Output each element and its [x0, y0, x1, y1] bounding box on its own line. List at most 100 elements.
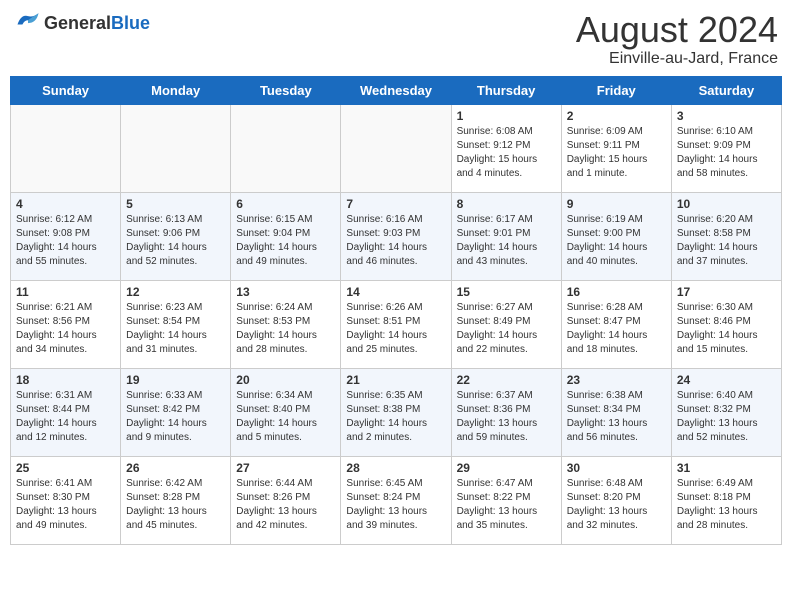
calendar-cell: 18 Sunrise: 6:31 AMSunset: 8:44 PMDayligh… — [11, 368, 121, 456]
day-info: Sunrise: 6:16 AMSunset: 9:03 PMDaylight:… — [346, 213, 445, 269]
weekday-header-saturday: Saturday — [671, 76, 781, 104]
calendar-cell: 17 Sunrise: 6:30 AMSunset: 8:46 PMDayligh… — [671, 280, 781, 368]
day-number: 23 — [567, 373, 666, 387]
calendar-cell: 5 Sunrise: 6:13 AMSunset: 9:06 PMDaylight… — [121, 192, 231, 280]
logo-text-blue: Blue — [111, 13, 150, 33]
day-number: 11 — [16, 285, 115, 299]
calendar-cell: 6Sunrise: 6:15 AMSunset: 9:04 PMDaylight… — [231, 192, 341, 280]
day-info: Sunrise: 6:26 AMSunset: 8:51 PMDaylight:… — [346, 301, 445, 357]
day-info: Sunrise: 6:47 AMSunset: 8:22 PMDaylight:… — [457, 477, 556, 533]
day-number: 8 — [457, 197, 556, 211]
day-number: 14 — [346, 285, 445, 299]
day-info: Sunrise: 6:37 AMSunset: 8:36 PMDaylight:… — [457, 389, 556, 445]
calendar-cell: 13 Sunrise: 6:24 AMSunset: 8:53 PMDayligh… — [231, 280, 341, 368]
weekday-header-sunday: Sunday — [11, 76, 121, 104]
calendar-cell: 20 Sunrise: 6:34 AMSunset: 8:40 PMDayligh… — [231, 368, 341, 456]
day-info: Sunrise: 6:19 AMSunset: 9:00 PMDaylight:… — [567, 213, 666, 269]
calendar-table: SundayMondayTuesdayWednesdayThursdayFrid… — [10, 76, 782, 545]
day-info: Sunrise: 6:31 AMSunset: 8:44 PMDaylight:… — [16, 389, 115, 445]
day-number: 9 — [567, 197, 666, 211]
calendar-cell: 23 Sunrise: 6:38 AMSunset: 8:34 PMDayligh… — [561, 368, 671, 456]
day-info: Sunrise: 6:13 AMSunset: 9:06 PMDaylight:… — [126, 213, 225, 269]
calendar-cell: 4 Sunrise: 6:12 AMSunset: 9:08 PMDaylight… — [11, 192, 121, 280]
calendar-cell: 3Sunrise: 6:10 AMSunset: 9:09 PMDaylight… — [671, 104, 781, 192]
day-number: 7 — [346, 197, 445, 211]
day-info: Sunrise: 6:08 AMSunset: 9:12 PMDaylight:… — [457, 125, 556, 181]
weekday-header-friday: Friday — [561, 76, 671, 104]
day-number: 29 — [457, 461, 556, 475]
title-block: August 2024 Einville-au-Jard, France — [576, 10, 778, 68]
day-number: 20 — [236, 373, 335, 387]
day-number: 22 — [457, 373, 556, 387]
day-number: 24 — [677, 373, 776, 387]
weekday-header-row: SundayMondayTuesdayWednesdayThursdayFrid… — [11, 76, 782, 104]
weekday-header-wednesday: Wednesday — [341, 76, 451, 104]
weekday-header-tuesday: Tuesday — [231, 76, 341, 104]
day-info: Sunrise: 6:21 AMSunset: 8:56 PMDaylight:… — [16, 301, 115, 357]
day-info: Sunrise: 6:15 AMSunset: 9:04 PMDaylight:… — [236, 213, 335, 269]
logo-text-general: General — [44, 13, 111, 33]
day-number: 4 — [16, 197, 115, 211]
day-number: 12 — [126, 285, 225, 299]
day-number: 26 — [126, 461, 225, 475]
day-number: 28 — [346, 461, 445, 475]
day-info: Sunrise: 6:33 AMSunset: 8:42 PMDaylight:… — [126, 389, 225, 445]
calendar-row-2: 11 Sunrise: 6:21 AMSunset: 8:56 PMDayligh… — [11, 280, 782, 368]
day-info: Sunrise: 6:42 AMSunset: 8:28 PMDaylight:… — [126, 477, 225, 533]
calendar-cell: 27Sunrise: 6:44 AMSunset: 8:26 PMDayligh… — [231, 456, 341, 544]
calendar-cell: 8 Sunrise: 6:17 AMSunset: 9:01 PMDaylight… — [451, 192, 561, 280]
calendar-cell: 7 Sunrise: 6:16 AMSunset: 9:03 PMDaylight… — [341, 192, 451, 280]
calendar-cell: 29 Sunrise: 6:47 AMSunset: 8:22 PMDayligh… — [451, 456, 561, 544]
calendar-row-0: 1 Sunrise: 6:08 AMSunset: 9:12 PMDaylight… — [11, 104, 782, 192]
day-info: Sunrise: 6:17 AMSunset: 9:01 PMDaylight:… — [457, 213, 556, 269]
calendar-cell: 28 Sunrise: 6:45 AMSunset: 8:24 PMDayligh… — [341, 456, 451, 544]
calendar-cell: 24 Sunrise: 6:40 AMSunset: 8:32 PMDayligh… — [671, 368, 781, 456]
day-number: 17 — [677, 285, 776, 299]
calendar-row-3: 18 Sunrise: 6:31 AMSunset: 8:44 PMDayligh… — [11, 368, 782, 456]
day-info: Sunrise: 6:45 AMSunset: 8:24 PMDaylight:… — [346, 477, 445, 533]
day-info: Sunrise: 6:38 AMSunset: 8:34 PMDaylight:… — [567, 389, 666, 445]
calendar-cell — [231, 104, 341, 192]
calendar-row-4: 25 Sunrise: 6:41 AMSunset: 8:30 PMDayligh… — [11, 456, 782, 544]
day-number: 2 — [567, 109, 666, 123]
day-number: 30 — [567, 461, 666, 475]
day-info: Sunrise: 6:30 AMSunset: 8:46 PMDaylight:… — [677, 301, 776, 357]
day-info: Sunrise: 6:20 AMSunset: 8:58 PMDaylight:… — [677, 213, 776, 269]
day-info: Sunrise: 6:49 AMSunset: 8:18 PMDaylight:… — [677, 477, 776, 533]
calendar-cell: 1 Sunrise: 6:08 AMSunset: 9:12 PMDaylight… — [451, 104, 561, 192]
day-info: Sunrise: 6:48 AMSunset: 8:20 PMDaylight:… — [567, 477, 666, 533]
weekday-header-monday: Monday — [121, 76, 231, 104]
calendar-cell: 30 Sunrise: 6:48 AMSunset: 8:20 PMDayligh… — [561, 456, 671, 544]
day-number: 5 — [126, 197, 225, 211]
day-info: Sunrise: 6:44 AMSunset: 8:26 PMDaylight:… — [236, 477, 335, 533]
calendar-cell: 12Sunrise: 6:23 AMSunset: 8:54 PMDayligh… — [121, 280, 231, 368]
day-info: Sunrise: 6:41 AMSunset: 8:30 PMDaylight:… — [16, 477, 115, 533]
calendar-cell: 22 Sunrise: 6:37 AMSunset: 8:36 PMDayligh… — [451, 368, 561, 456]
calendar-cell: 31Sunrise: 6:49 AMSunset: 8:18 PMDayligh… — [671, 456, 781, 544]
day-info: Sunrise: 6:27 AMSunset: 8:49 PMDaylight:… — [457, 301, 556, 357]
calendar-cell: 14 Sunrise: 6:26 AMSunset: 8:51 PMDayligh… — [341, 280, 451, 368]
logo: GeneralBlue — [14, 10, 150, 37]
day-info: Sunrise: 6:34 AMSunset: 8:40 PMDaylight:… — [236, 389, 335, 445]
calendar-cell: 15 Sunrise: 6:27 AMSunset: 8:49 PMDayligh… — [451, 280, 561, 368]
day-number: 3 — [677, 109, 776, 123]
weekday-header-thursday: Thursday — [451, 76, 561, 104]
calendar-row-1: 4 Sunrise: 6:12 AMSunset: 9:08 PMDaylight… — [11, 192, 782, 280]
day-info: Sunrise: 6:12 AMSunset: 9:08 PMDaylight:… — [16, 213, 115, 269]
day-number: 13 — [236, 285, 335, 299]
day-number: 18 — [16, 373, 115, 387]
day-number: 15 — [457, 285, 556, 299]
day-info: Sunrise: 6:40 AMSunset: 8:32 PMDaylight:… — [677, 389, 776, 445]
day-number: 25 — [16, 461, 115, 475]
calendar-cell: 10 Sunrise: 6:20 AMSunset: 8:58 PMDayligh… — [671, 192, 781, 280]
day-number: 16 — [567, 285, 666, 299]
month-title: August 2024 — [576, 10, 778, 50]
day-number: 19 — [126, 373, 225, 387]
day-info: Sunrise: 6:24 AMSunset: 8:53 PMDaylight:… — [236, 301, 335, 357]
calendar-cell: 11 Sunrise: 6:21 AMSunset: 8:56 PMDayligh… — [11, 280, 121, 368]
calendar-cell: 2Sunrise: 6:09 AMSunset: 9:11 PMDaylight… — [561, 104, 671, 192]
logo-bird-icon — [14, 10, 42, 32]
location: Einville-au-Jard, France — [576, 50, 778, 68]
day-number: 10 — [677, 197, 776, 211]
day-number: 1 — [457, 109, 556, 123]
